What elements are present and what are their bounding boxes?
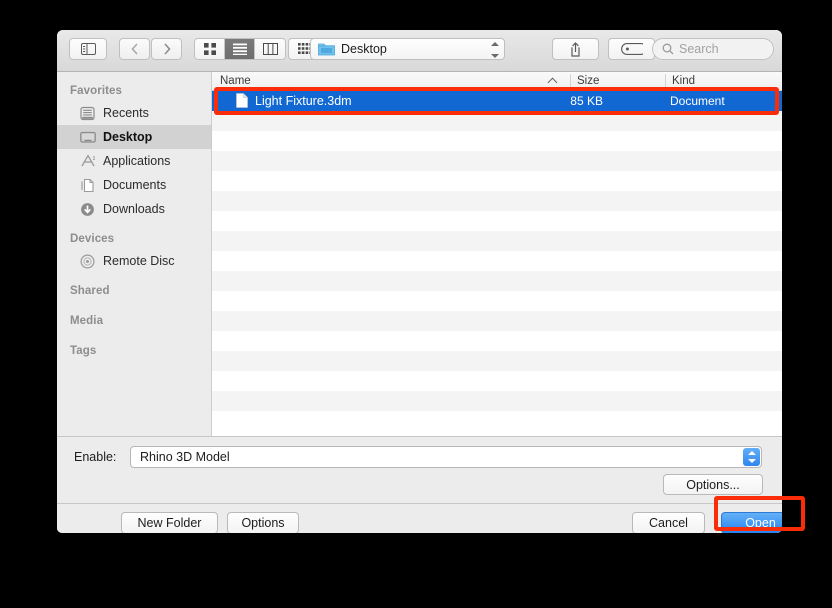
- column-divider[interactable]: [570, 74, 571, 89]
- share-button[interactable]: [552, 38, 599, 60]
- view-list-button[interactable]: [225, 39, 255, 59]
- table-row[interactable]: Light Fixture.3dm 85 KB Document: [212, 91, 782, 111]
- column-divider[interactable]: [665, 74, 666, 89]
- documents-icon: [79, 177, 96, 194]
- sidebar-section-media: Media: [70, 315, 104, 327]
- dropdown-stepper-icon: [743, 448, 760, 466]
- column-header-size[interactable]: Size: [577, 75, 599, 87]
- table-row-empty: [212, 351, 782, 371]
- open-file-dialog: Desktop Search Favorites Recents Desktop…: [57, 30, 782, 533]
- desktop-icon: [79, 129, 96, 146]
- footer-divider: [57, 503, 782, 504]
- enable-filetype-dropdown[interactable]: Rhino 3D Model: [130, 446, 762, 468]
- search-icon: [662, 43, 674, 55]
- column-view-icon: [262, 43, 278, 55]
- applications-icon: [79, 153, 96, 170]
- sidebar-toggle-button[interactable]: [69, 38, 107, 60]
- chevron-right-icon: [163, 43, 171, 55]
- chevron-left-icon: [130, 43, 139, 55]
- new-folder-button[interactable]: New Folder: [121, 512, 218, 533]
- file-name-cell: Light Fixture.3dm: [236, 93, 352, 108]
- sidebar-item-applications[interactable]: Applications: [57, 149, 211, 173]
- sidebar-section-favorites: Favorites: [70, 85, 123, 97]
- column-header-name[interactable]: Name: [220, 75, 251, 87]
- search-placeholder: Search: [679, 42, 719, 56]
- sidebar-toggle-icon: [80, 43, 96, 55]
- table-row-empty: [212, 131, 782, 151]
- table-row-empty: [212, 391, 782, 411]
- view-mode-segmented-control[interactable]: [194, 38, 286, 60]
- sidebar-item-label: Downloads: [103, 202, 165, 216]
- options-button[interactable]: Options: [227, 512, 299, 533]
- toolbar: Desktop Search: [57, 30, 782, 72]
- share-icon: [569, 41, 582, 57]
- table-row-empty: [212, 331, 782, 351]
- table-row-empty: [212, 231, 782, 251]
- column-header-kind[interactable]: Kind: [672, 75, 695, 87]
- table-row-empty: [212, 251, 782, 271]
- dialog-footer: Enable: Rhino 3D Model Options... New Fo…: [57, 436, 782, 533]
- sort-ascending-icon: [549, 79, 556, 86]
- file-list: Name Size Kind Light Fixture.3dm 85 KB D…: [212, 72, 782, 436]
- sidebar-item-downloads[interactable]: Downloads: [57, 197, 211, 221]
- path-popup-label: Desktop: [341, 42, 387, 56]
- sidebar-item-label: Desktop: [103, 130, 153, 144]
- options-dots-button[interactable]: Options...: [663, 474, 763, 495]
- sidebar-item-desktop[interactable]: Desktop: [57, 125, 211, 149]
- sidebar-section-devices: Devices: [70, 233, 115, 245]
- table-row-empty: [212, 371, 782, 391]
- open-button[interactable]: Open: [721, 512, 782, 533]
- list-view-icon: [232, 43, 247, 55]
- file-list-header: Name Size Kind: [212, 72, 782, 91]
- table-row-empty: [212, 171, 782, 191]
- document-icon: [236, 93, 248, 108]
- tag-button[interactable]: [608, 38, 655, 60]
- tag-icon: [620, 43, 643, 55]
- disc-icon: [79, 253, 96, 270]
- file-list-rows: Light Fixture.3dm 85 KB Document: [212, 91, 782, 436]
- path-popup-button[interactable]: Desktop: [310, 38, 505, 60]
- sidebar-item-label: Remote Disc: [103, 254, 175, 268]
- back-button[interactable]: [119, 38, 150, 60]
- sidebar-item-remote-disc[interactable]: Remote Disc: [57, 249, 211, 273]
- file-size-cell: 85 KB: [570, 94, 603, 108]
- view-icon-grid-button[interactable]: [195, 39, 225, 59]
- sidebar-item-documents[interactable]: Documents: [57, 173, 211, 197]
- search-input[interactable]: Search: [652, 38, 774, 60]
- forward-button[interactable]: [151, 38, 182, 60]
- sidebar-section-shared: Shared: [70, 285, 110, 297]
- table-row-empty: [212, 291, 782, 311]
- grid-view-icon: [203, 43, 216, 55]
- sidebar-item-label: Documents: [103, 178, 167, 192]
- table-row-empty: [212, 311, 782, 331]
- file-name-text: Light Fixture.3dm: [255, 93, 352, 108]
- table-row-empty: [212, 271, 782, 291]
- sidebar: Favorites Recents Desktop Applications D…: [57, 72, 212, 436]
- recents-icon: [79, 105, 96, 122]
- view-column-button[interactable]: [255, 39, 285, 59]
- sidebar-item-label: Recents: [103, 106, 149, 120]
- cancel-button[interactable]: Cancel: [632, 512, 705, 533]
- enable-row: Enable: Rhino 3D Model: [57, 446, 782, 468]
- sidebar-item-recents[interactable]: Recents: [57, 101, 211, 125]
- path-stepper-icon: [490, 42, 499, 58]
- folder-icon: [318, 43, 335, 56]
- table-row-empty: [212, 151, 782, 171]
- enable-value: Rhino 3D Model: [140, 450, 230, 464]
- file-kind-cell: Document: [670, 94, 725, 108]
- table-row-empty: [212, 211, 782, 231]
- downloads-icon: [79, 201, 96, 218]
- table-row-empty: [212, 191, 782, 211]
- table-row-empty: [212, 111, 782, 131]
- sidebar-section-tags: Tags: [70, 345, 97, 357]
- enable-label: Enable:: [74, 450, 117, 464]
- table-row-empty: [212, 411, 782, 431]
- sidebar-item-label: Applications: [103, 154, 171, 168]
- dialog-body: Favorites Recents Desktop Applications D…: [57, 72, 782, 436]
